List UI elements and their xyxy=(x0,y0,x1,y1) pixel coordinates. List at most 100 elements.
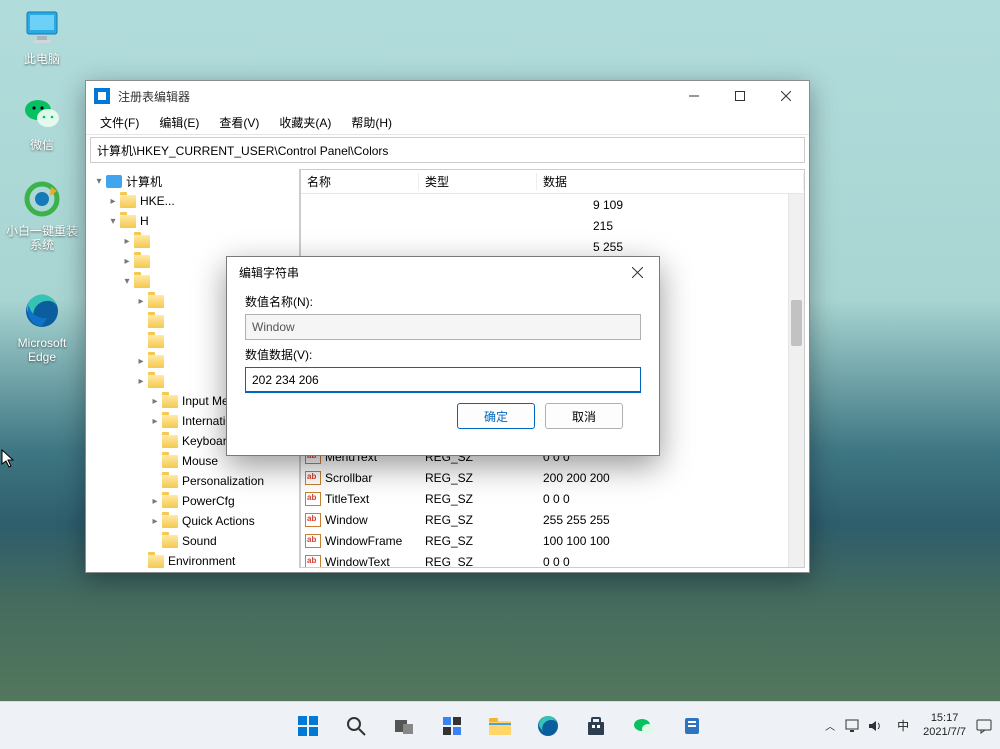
table-row[interactable]: 5 255 xyxy=(301,236,804,257)
tree-node[interactable]: ▸Quick Actions xyxy=(92,511,299,531)
reg-string-icon xyxy=(305,555,321,569)
table-row[interactable]: WindowFrameREG_SZ100 100 100 xyxy=(301,530,804,551)
col-data[interactable]: 数据 xyxy=(537,173,804,190)
folder-icon xyxy=(134,235,150,248)
scrollbar-thumb[interactable] xyxy=(791,300,802,346)
widgets-button[interactable] xyxy=(432,706,472,746)
window-title: 注册表编辑器 xyxy=(118,88,671,105)
value-name-label: 数值名称(N): xyxy=(245,293,641,310)
folder-icon xyxy=(148,555,164,568)
titlebar[interactable]: 注册表编辑器 xyxy=(86,81,809,111)
desktop-label: 此电脑 xyxy=(4,52,80,66)
explorer-button[interactable] xyxy=(480,706,520,746)
folder-icon xyxy=(148,315,164,328)
table-row[interactable]: 215 xyxy=(301,215,804,236)
desktop-icon-xiaobai[interactable]: 小白一键重装系统 xyxy=(4,178,80,253)
folder-icon xyxy=(162,415,178,428)
tray-chevron-icon[interactable]: ︿ xyxy=(825,718,835,733)
folder-icon xyxy=(134,275,150,288)
value-name-field[interactable] xyxy=(245,314,641,340)
cancel-button[interactable]: 取消 xyxy=(545,403,623,429)
reg-string-icon xyxy=(305,534,321,548)
desktop-label: 小白一键重装系统 xyxy=(4,224,80,253)
network-icon[interactable] xyxy=(845,719,861,733)
maximize-button[interactable] xyxy=(717,81,763,111)
desktop-icon-edge[interactable]: Microsoft Edge xyxy=(4,290,80,365)
folder-icon xyxy=(162,435,178,448)
desktop-icon-this-pc[interactable]: 此电脑 xyxy=(4,6,80,66)
notification-icon[interactable] xyxy=(976,718,994,734)
ok-button[interactable]: 确定 xyxy=(457,403,535,429)
close-button[interactable] xyxy=(763,81,809,111)
value-data-label: 数值数据(V): xyxy=(245,346,641,363)
tree-node[interactable]: ▸HKE... xyxy=(92,191,299,211)
reg-string-icon xyxy=(305,492,321,506)
refresh-icon xyxy=(21,178,63,220)
folder-icon xyxy=(162,455,178,468)
reg-string-icon xyxy=(305,513,321,527)
taskbar[interactable]: ︿ 中 15:17 2021/7/7 xyxy=(0,701,1000,749)
table-row[interactable]: WindowTextREG_SZ0 0 0 xyxy=(301,551,804,568)
tree-node[interactable]: ▾H xyxy=(92,211,299,231)
table-row[interactable]: 9 109 xyxy=(301,194,804,215)
wechat-taskbar-button[interactable] xyxy=(624,706,664,746)
table-row[interactable]: ScrollbarREG_SZ200 200 200 xyxy=(301,467,804,488)
folder-icon xyxy=(148,335,164,348)
clock[interactable]: 15:17 2021/7/7 xyxy=(923,712,966,738)
folder-icon xyxy=(162,515,178,528)
dialog-close-button[interactable] xyxy=(619,259,655,285)
tree-node[interactable]: ▸PowerCfg xyxy=(92,491,299,511)
menu-view[interactable]: 查看(V) xyxy=(209,111,269,134)
reg-string-icon xyxy=(305,471,321,485)
folder-icon xyxy=(148,355,164,368)
table-row[interactable]: WindowREG_SZ255 255 255 xyxy=(301,509,804,530)
value-data-field[interactable] xyxy=(245,367,641,393)
folder-icon xyxy=(120,215,136,228)
desktop-icon-wechat[interactable]: 微信 xyxy=(4,92,80,152)
menubar: 文件(F) 编辑(E) 查看(V) 收藏夹(A) 帮助(H) xyxy=(86,111,809,135)
collapse-icon[interactable]: ▾ xyxy=(106,216,120,227)
table-row[interactable]: TitleTextREG_SZ0 0 0 xyxy=(301,488,804,509)
dialog-titlebar[interactable]: 编辑字符串 xyxy=(227,257,659,287)
menu-file[interactable]: 文件(F) xyxy=(90,111,149,134)
folder-icon xyxy=(134,255,150,268)
search-button[interactable] xyxy=(336,706,376,746)
app-button[interactable] xyxy=(672,706,712,746)
minimize-button[interactable] xyxy=(671,81,717,111)
taskview-button[interactable] xyxy=(384,706,424,746)
scrollbar[interactable] xyxy=(788,194,804,567)
folder-icon xyxy=(148,375,164,388)
tree-root[interactable]: ▾ 计算机 xyxy=(92,171,299,191)
tree-node[interactable]: ▸ xyxy=(92,231,299,251)
folder-icon xyxy=(162,475,178,488)
computer-icon xyxy=(106,175,122,188)
volume-icon[interactable] xyxy=(867,719,883,733)
regedit-window: 注册表编辑器 文件(F) 编辑(E) 查看(V) 收藏夹(A) 帮助(H) 计算… xyxy=(85,80,810,573)
list-header[interactable]: 名称 类型 数据 xyxy=(301,170,804,194)
collapse-icon[interactable]: ▾ xyxy=(120,276,134,287)
menu-edit[interactable]: 编辑(E) xyxy=(149,111,209,134)
time: 15:17 xyxy=(923,712,966,725)
col-name[interactable]: 名称 xyxy=(301,173,419,190)
tree-node[interactable]: Sound xyxy=(92,531,299,551)
folder-icon xyxy=(162,495,178,508)
menu-help[interactable]: 帮助(H) xyxy=(341,111,402,134)
dialog-title: 编辑字符串 xyxy=(239,264,619,281)
date: 2021/7/7 xyxy=(923,726,966,739)
tree-node[interactable]: Environment xyxy=(92,551,299,568)
edit-string-dialog: 编辑字符串 数值名称(N): 数值数据(V): 确定 取消 xyxy=(226,256,660,456)
col-type[interactable]: 类型 xyxy=(419,173,537,190)
address-bar[interactable]: 计算机\HKEY_CURRENT_USER\Control Panel\Colo… xyxy=(90,137,805,163)
ime-indicator[interactable]: 中 xyxy=(893,715,913,736)
wechat-icon xyxy=(21,92,63,134)
desktop-label: 微信 xyxy=(4,138,80,152)
tree-node[interactable]: Personalization xyxy=(92,471,299,491)
edge-taskbar-button[interactable] xyxy=(528,706,568,746)
folder-icon xyxy=(162,535,178,548)
start-button[interactable] xyxy=(288,706,328,746)
store-button[interactable] xyxy=(576,706,616,746)
regedit-icon xyxy=(94,88,110,104)
menu-fav[interactable]: 收藏夹(A) xyxy=(269,111,341,134)
desktop-label: Microsoft Edge xyxy=(4,336,80,365)
collapse-icon[interactable]: ▾ xyxy=(92,176,106,187)
